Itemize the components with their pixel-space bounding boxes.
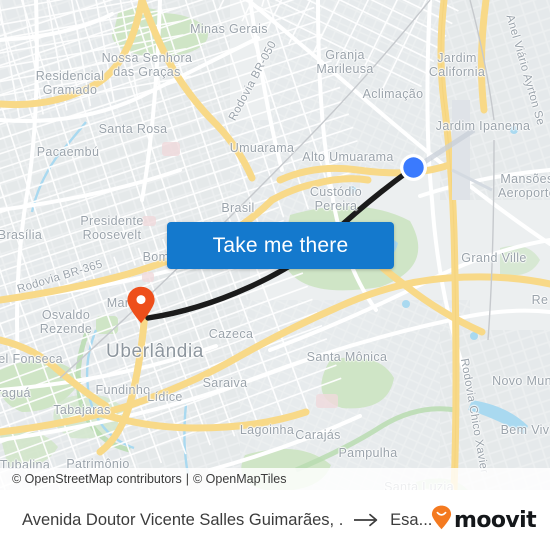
attribution-tiles[interactable]: © OpenMapTiles bbox=[193, 472, 287, 486]
map-canvas[interactable]: Minas Gerais Nossa Senhora das Graças Gran… bbox=[0, 0, 550, 490]
route-origin-label[interactable]: Avenida Doutor Vicente Salles Guimarães,… bbox=[22, 511, 342, 530]
attribution-separator: | bbox=[185, 472, 189, 486]
moovit-map-page: Minas Gerais Nossa Senhora das Graças Gran… bbox=[0, 0, 550, 550]
moovit-logo[interactable]: moovit bbox=[431, 505, 537, 535]
attribution-osm[interactable]: © OpenStreetMap contributors bbox=[12, 472, 182, 486]
route-footer: Avenida Doutor Vicente Salles Guimarães,… bbox=[0, 490, 550, 550]
route-destination-label[interactable]: Esa... bbox=[390, 511, 431, 530]
take-me-there-button[interactable]: Take me there bbox=[167, 222, 394, 269]
destination-dot-marker[interactable] bbox=[399, 153, 428, 182]
moovit-pin-icon bbox=[431, 505, 452, 535]
moovit-wordmark: moovit bbox=[454, 507, 537, 533]
take-me-there-label: Take me there bbox=[212, 233, 349, 257]
origin-pin-marker[interactable] bbox=[126, 286, 156, 324]
arrow-right-icon bbox=[354, 513, 380, 527]
map-attribution: © OpenStreetMap contributors | © OpenMap… bbox=[0, 468, 550, 490]
